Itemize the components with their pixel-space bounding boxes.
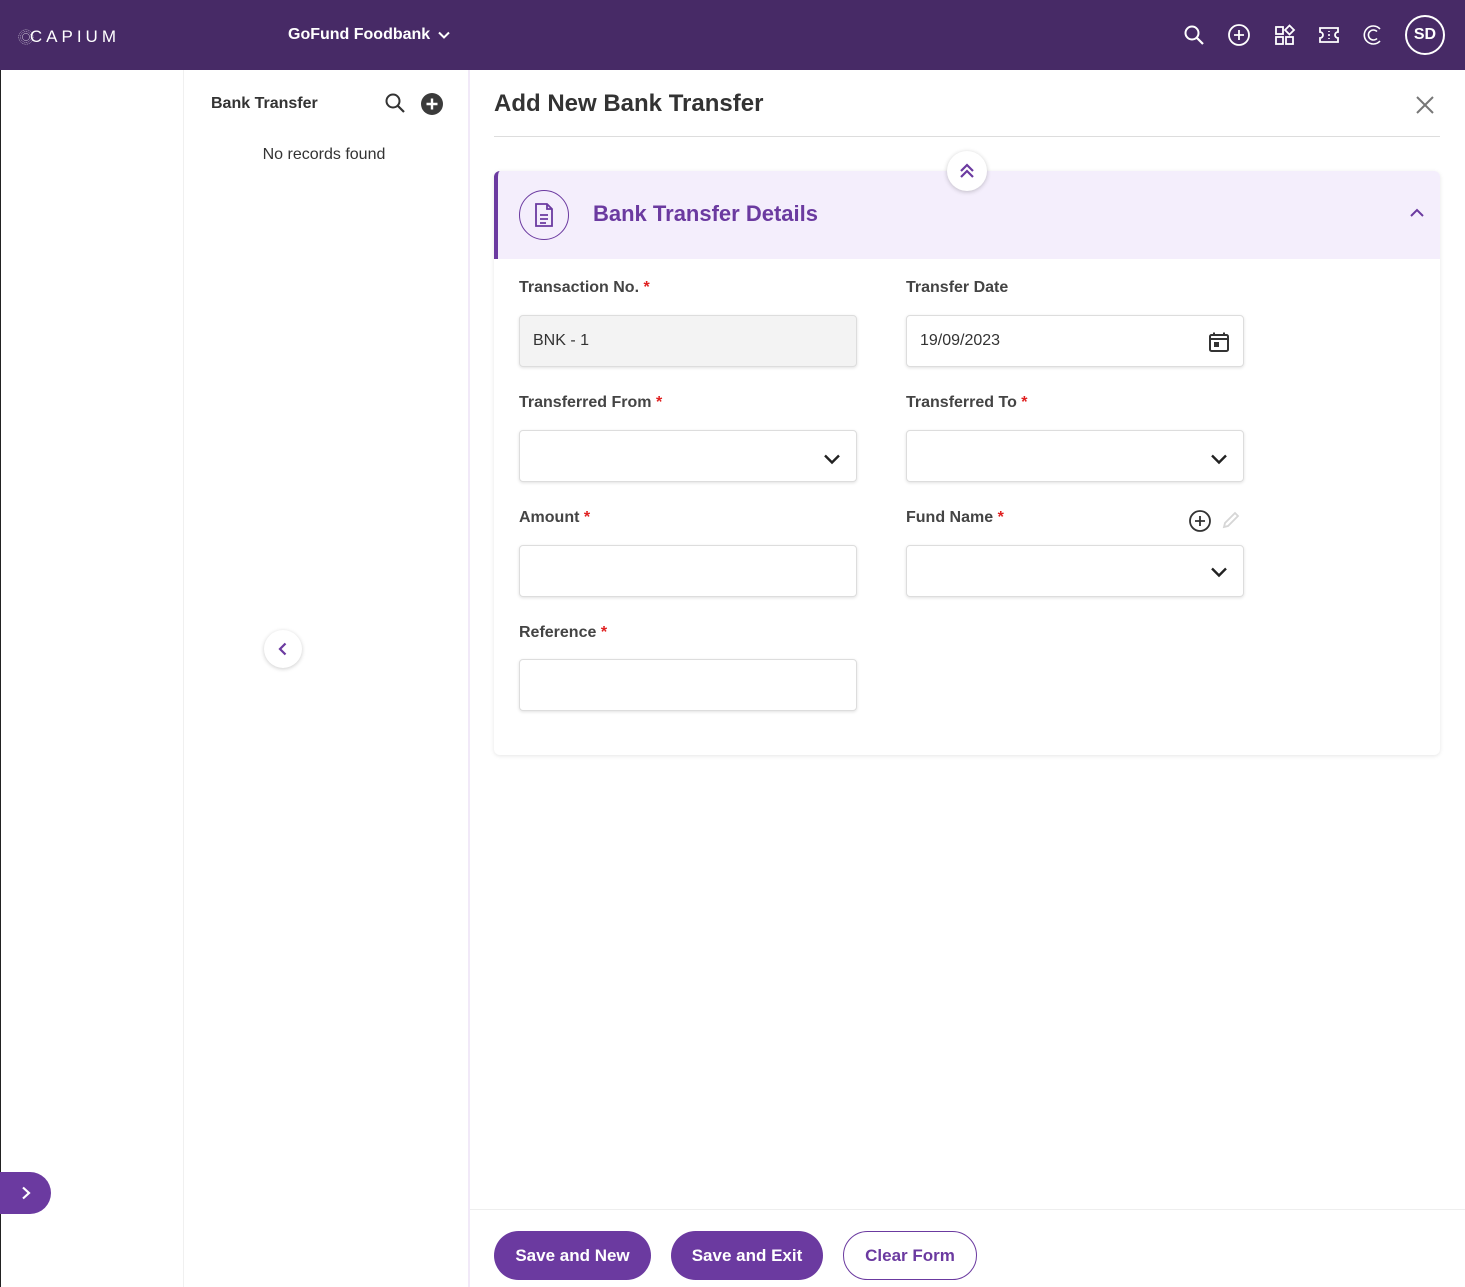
document-icon: [519, 190, 569, 240]
apps-grid-icon[interactable]: [1272, 22, 1298, 48]
required-marker: *: [997, 509, 1004, 526]
reference-label-text: Reference: [519, 624, 597, 641]
empty-state-text: No records found: [262, 146, 386, 163]
double-chevron-up-icon: [960, 163, 974, 178]
clear-form-button[interactable]: Clear Form: [843, 1231, 977, 1280]
chevron-left-icon: [278, 642, 287, 656]
top-bar: CAPIUM GoFund Foodbank SD: [0, 0, 1465, 70]
save-and-new-button[interactable]: Save and New: [494, 1231, 651, 1280]
title-divider: [494, 136, 1440, 137]
chevron-down-icon: [438, 31, 450, 39]
required-marker: *: [1021, 394, 1028, 411]
transaction-no-label: Transaction No. *: [519, 279, 650, 297]
record-list-panel: Bank Transfer No records found: [183, 70, 470, 1287]
bank-transfer-details-card: Bank Transfer Details Transaction No. * …: [494, 151, 1440, 755]
reference-input[interactable]: [519, 659, 857, 711]
transaction-no-label-text: Transaction No.: [519, 279, 640, 296]
calendar-icon[interactable]: [1207, 330, 1231, 354]
amount-label: Amount *: [519, 509, 590, 527]
reference-label: Reference *: [519, 624, 607, 642]
transfer-date-label: Transfer Date: [906, 279, 1009, 296]
chevron-up-icon[interactable]: [1406, 202, 1428, 224]
expand-navigation-button[interactable]: [0, 1172, 51, 1214]
chevron-down-icon: [1207, 447, 1231, 471]
chevron-right-icon: [21, 1186, 31, 1200]
transferred-to-label-text: Transferred To: [906, 394, 1017, 411]
close-icon[interactable]: [1412, 92, 1438, 118]
capium-logo[interactable]: CAPIUM: [18, 14, 128, 60]
main-content: Add New Bank Transfer Bank Transfer Deta…: [470, 70, 1465, 1287]
amount-input[interactable]: [519, 545, 857, 597]
search-icon[interactable]: [1181, 22, 1207, 48]
user-avatar[interactable]: SD: [1405, 15, 1445, 55]
transferred-to-select[interactable]: [906, 430, 1244, 482]
transferred-from-label-text: Transferred From: [519, 394, 652, 411]
transfer-date-value: 19/09/2023: [920, 332, 1001, 349]
section-title: Bank Transfer Details: [593, 201, 818, 226]
left-navigation: [0, 70, 183, 1287]
transfer-date-field[interactable]: 19/09/2023: [906, 315, 1244, 367]
form-footer: Save and New Save and Exit Clear Form: [470, 1209, 1465, 1287]
required-marker: *: [600, 624, 608, 641]
fund-name-label: Fund Name *: [906, 509, 1004, 527]
organization-name: GoFund Foodbank: [288, 26, 431, 43]
edit-fund-icon[interactable]: [1220, 509, 1244, 533]
add-fund-icon[interactable]: [1188, 509, 1212, 533]
add-circle-icon[interactable]: [1226, 22, 1252, 48]
transaction-no-field[interactable]: BNK - 1: [519, 315, 857, 367]
transferred-from-label: Transferred From *: [519, 394, 662, 412]
transferred-from-select[interactable]: [519, 430, 857, 482]
list-search-icon[interactable]: [384, 92, 406, 114]
logo-text: CAPIUM: [29, 27, 120, 46]
required-marker: *: [583, 509, 591, 526]
list-add-icon[interactable]: [420, 92, 444, 116]
chevron-down-icon: [1207, 560, 1231, 584]
required-marker: *: [655, 394, 663, 411]
page-title: Add New Bank Transfer: [494, 90, 764, 117]
collapse-all-button[interactable]: [947, 151, 987, 191]
fund-name-label-text: Fund Name: [906, 509, 994, 526]
amount-label-text: Amount: [519, 509, 580, 526]
ticket-icon[interactable]: [1316, 22, 1342, 48]
fund-name-select[interactable]: [906, 545, 1244, 597]
capium-c-icon[interactable]: [1360, 22, 1386, 48]
save-and-exit-button[interactable]: Save and Exit: [671, 1231, 823, 1280]
transaction-no-value: BNK - 1: [533, 332, 590, 349]
organization-selector[interactable]: GoFund Foodbank: [288, 26, 452, 44]
transferred-to-label: Transferred To *: [906, 394, 1028, 412]
required-marker: *: [643, 279, 650, 296]
collapse-list-button[interactable]: [264, 630, 302, 668]
list-title: Bank Transfer: [211, 95, 318, 112]
chevron-down-icon: [820, 447, 844, 471]
